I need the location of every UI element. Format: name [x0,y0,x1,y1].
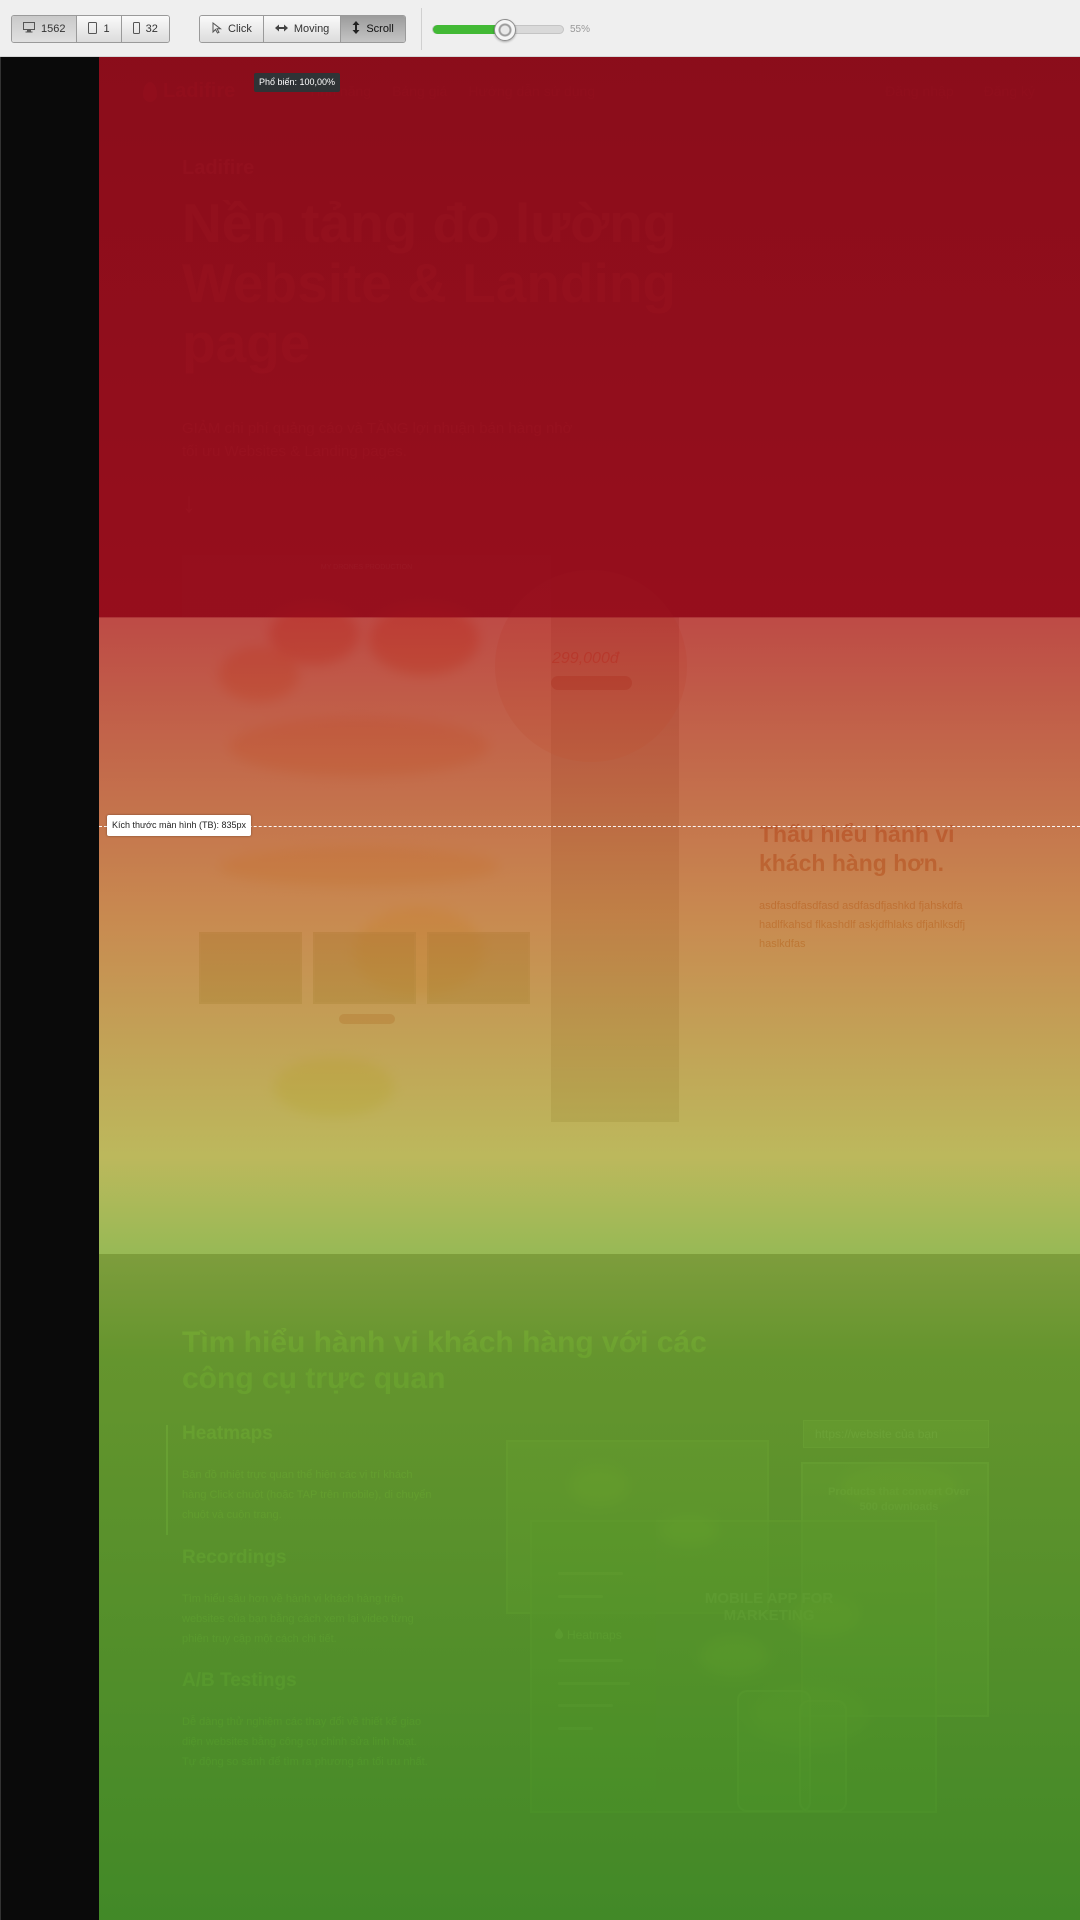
site-nav-links: Tính năng Bảng giá Hướng dẫn sử dụng [308,83,595,99]
dashboard-menu-line [558,1682,630,1685]
feature-heatmaps-body: Bản đồ nhiệt trực quan thể hiện các vị t… [182,1469,432,1521]
nav-link-pricing[interactable]: Bảng giá [392,83,447,99]
heat-blob [229,717,489,777]
dashboard-menu-line [558,1595,603,1598]
mode-click-label: Click [228,23,252,35]
dashboard-menu-line [558,1572,623,1575]
section2-title: Thấu hiểu hành vi khách hàng hơn. [759,821,955,876]
desktop-count: 1562 [41,23,66,35]
feature-active-indicator [166,1425,168,1535]
site-navbar: Ladifire Tính năng Bảng giá Hướng dẫn sử… [99,57,1080,127]
scroll-down-arrow-icon[interactable]: ↓ [182,487,196,519]
device-mobile-button[interactable]: 32 [121,16,169,42]
desktop-icon [23,22,35,36]
hero-price: 299,000đ [552,650,619,667]
mockup-card [199,932,302,1004]
tablet-count: 1 [103,23,110,35]
mockup-button [339,1014,395,1024]
opacity-slider-handle[interactable] [493,19,516,41]
dashboard-menu-line [558,1659,623,1662]
section2-body: asdfasdfasdfasd asdfasdfjashkd fjahskdfa… [759,900,966,950]
site-auth-links: Đăng nhập Đăng ký [885,83,1035,99]
heat-blob [659,1515,719,1547]
heat-blob [789,1597,859,1637]
dashboard-menu-line [558,1727,593,1730]
site-logo[interactable]: Ladifire [143,80,235,103]
feature-abtesting-title[interactable]: A/B Testings [182,1670,297,1692]
viewport-gutter [0,57,99,1920]
popularity-tooltip: Phổ biến: 100,00% [254,73,341,92]
hero-eyebrow: Ladifire [182,157,255,179]
feature-heatmaps-title[interactable]: Heatmaps [182,1423,273,1445]
heatmap-page-preview[interactable]: Ladifire Tính năng Bảng giá Hướng dẫn sử… [99,57,1080,1920]
mockup-header: MY DRONES PRODUCTION [320,564,413,571]
feature-recordings-title[interactable]: Recordings [182,1547,287,1569]
dashboard-sidebar [530,1520,656,1813]
feature-recordings-body: Tìm hiểu sâu hơn về hành vi khách hàng t… [182,1593,414,1645]
tablet-icon [88,21,98,37]
arrows-vertical-icon [352,21,360,37]
heatmap-toolbar: 1562 1 32 Click Moving Scroll 55% [0,0,1080,57]
device-desktop-button[interactable]: 1562 [12,16,78,42]
mobile-icon [132,21,140,37]
device-filter-group: 1562 1 32 [11,15,170,43]
feature-abtesting-body: Dễ dàng thử nghiệm các thay đổi về thiết… [182,1716,428,1768]
hero-subtitle: GIẢM chi phí quảng cáo và TĂNG lợi nhuận… [182,420,573,460]
average-fold-label: Kích thước màn hình (TB): 835px [107,815,251,836]
heat-blob [699,1637,769,1677]
hero-title: Nền tảng đo lường Website & Landing page [182,192,677,374]
flame-icon [143,81,157,102]
site-logo-text: Ladifire [163,80,236,102]
dashboard-heatmaps-label: Heatmaps [555,1628,622,1642]
nav-signup-link[interactable]: Đăng ký [984,83,1035,99]
website-url-input[interactable]: https://website của bạn [803,1420,989,1448]
mockup-card [427,932,530,1004]
heat-blob [569,1467,629,1507]
section3-title: Tìm hiểu hành vi khách hàng với các công… [182,1326,707,1395]
flame-icon [555,1628,563,1642]
heat-blob [219,847,499,887]
mode-scroll-label: Scroll [366,23,394,35]
arrows-horizontal-icon [274,23,288,35]
toolbar-divider [421,8,422,50]
device-tablet-button[interactable]: 1 [77,16,122,42]
hero-site-mockup: MY DRONES PRODUCTION [182,555,551,1122]
nav-link-guide[interactable]: Hướng dẫn sử dụng [468,83,595,99]
dashboard-heatmaps-text: Heatmaps [567,1628,622,1642]
heat-blob [839,1467,959,1507]
mode-click-button[interactable]: Click [200,16,264,42]
heat-blob [369,605,479,675]
mockup-card [313,932,416,1004]
opacity-slider[interactable] [432,19,564,41]
nav-login-link[interactable]: Đăng nhập [885,83,954,99]
mode-moving-button[interactable]: Moving [263,16,342,42]
heat-blob [749,1687,869,1747]
dashboard-menu-line [558,1704,613,1707]
heat-blob [274,1057,394,1117]
heat-blob [219,647,299,702]
mobile-count: 32 [145,23,158,35]
opacity-value: 55% [570,24,591,35]
pointer-icon [211,21,222,37]
mode-scroll-button[interactable]: Scroll [341,16,405,42]
mode-moving-label: Moving [293,23,330,35]
heatmap-mode-group: Click Moving Scroll [199,15,406,43]
hero-price-button [551,676,632,690]
